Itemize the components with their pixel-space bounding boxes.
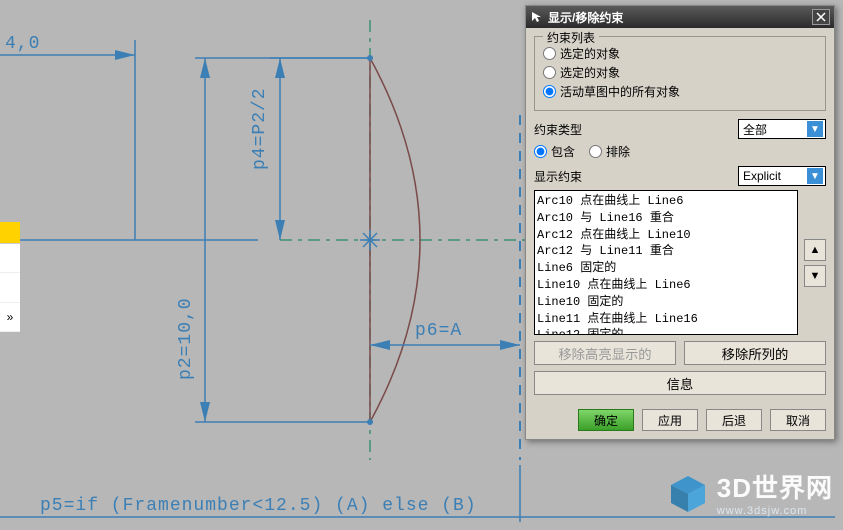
radio-all-in-sketch[interactable]: 活动草图中的所有对象: [543, 83, 817, 100]
move-down-button[interactable]: ▼: [804, 265, 826, 287]
toolbar-slot[interactable]: [0, 244, 20, 273]
constraint-listbox[interactable]: Arc10 点在曲线上 Line6Arc10 与 Line16 重合Arc12 …: [534, 190, 798, 335]
move-up-button[interactable]: ▲: [804, 239, 826, 261]
list-item[interactable]: Line10 点在曲线上 Line6: [537, 277, 795, 294]
chevron-down-icon: ▼: [807, 121, 823, 137]
list-item[interactable]: Line12 固定的: [537, 327, 795, 335]
list-item[interactable]: Line6 固定的: [537, 260, 795, 277]
dim-top: 4,0: [5, 34, 40, 54]
toolbar-marker[interactable]: [0, 222, 20, 244]
cube-icon: [667, 472, 709, 514]
list-item[interactable]: Arc10 与 Line16 重合: [537, 210, 795, 227]
constraint-type-select[interactable]: 全部 ▼: [738, 119, 826, 139]
toolbar-expand[interactable]: »: [0, 303, 20, 332]
radio-selected-1[interactable]: 选定的对象: [543, 45, 817, 62]
cursor-icon: [530, 10, 544, 24]
dim-p6: p6=A: [415, 321, 462, 341]
radio-include[interactable]: 包含: [534, 143, 575, 160]
constraint-list-group: 约束列表 选定的对象 选定的对象 活动草图中的所有对象: [534, 36, 826, 111]
expr-text: p5=if (Framenumber<12.5) (A) else (B): [40, 496, 477, 516]
list-item[interactable]: Line10 固定的: [537, 294, 795, 311]
radio-selected-2[interactable]: 选定的对象: [543, 64, 817, 81]
close-button[interactable]: [812, 9, 830, 25]
dialog-title: 显示/移除约束: [548, 9, 812, 26]
remove-listed-button[interactable]: 移除所列的: [684, 341, 826, 365]
list-item[interactable]: Arc10 点在曲线上 Line6: [537, 193, 795, 210]
toolbar-slot[interactable]: [0, 273, 20, 302]
list-item[interactable]: Arc12 点在曲线上 Line10: [537, 227, 795, 244]
dim-p2: p2=10,0: [176, 297, 196, 380]
dim-p4: p4=P2/2: [250, 87, 270, 170]
left-toolbar: »: [0, 222, 20, 332]
watermark-url: www.3dsjw.com: [717, 505, 833, 517]
ok-button[interactable]: 确定: [578, 409, 634, 431]
group-legend: 约束列表: [543, 29, 599, 46]
watermark-brand: 3D世界网: [717, 468, 833, 505]
list-item[interactable]: Arc12 与 Line11 重合: [537, 243, 795, 260]
list-item[interactable]: Line11 点在曲线上 Line16: [537, 311, 795, 328]
cancel-button[interactable]: 取消: [770, 409, 826, 431]
remove-highlighted-button[interactable]: 移除高亮显示的: [534, 341, 676, 365]
dialog-titlebar[interactable]: 显示/移除约束: [526, 6, 834, 28]
back-button[interactable]: 后退: [706, 409, 762, 431]
close-icon: [816, 12, 826, 22]
apply-button[interactable]: 应用: [642, 409, 698, 431]
radio-exclude[interactable]: 排除: [589, 143, 630, 160]
info-button[interactable]: 信息: [534, 371, 826, 395]
constraints-dialog: 显示/移除约束 约束列表 选定的对象 选定的对象 活动草图中的所有对象 约束类型…: [525, 5, 835, 440]
constraint-type-label: 约束类型: [534, 121, 732, 138]
watermark: 3D世界网 www.3dsjw.com: [667, 468, 833, 517]
show-constraint-label: 显示约束: [534, 168, 732, 185]
show-constraint-select[interactable]: Explicit ▼: [738, 166, 826, 186]
chevron-down-icon: ▼: [807, 168, 823, 184]
